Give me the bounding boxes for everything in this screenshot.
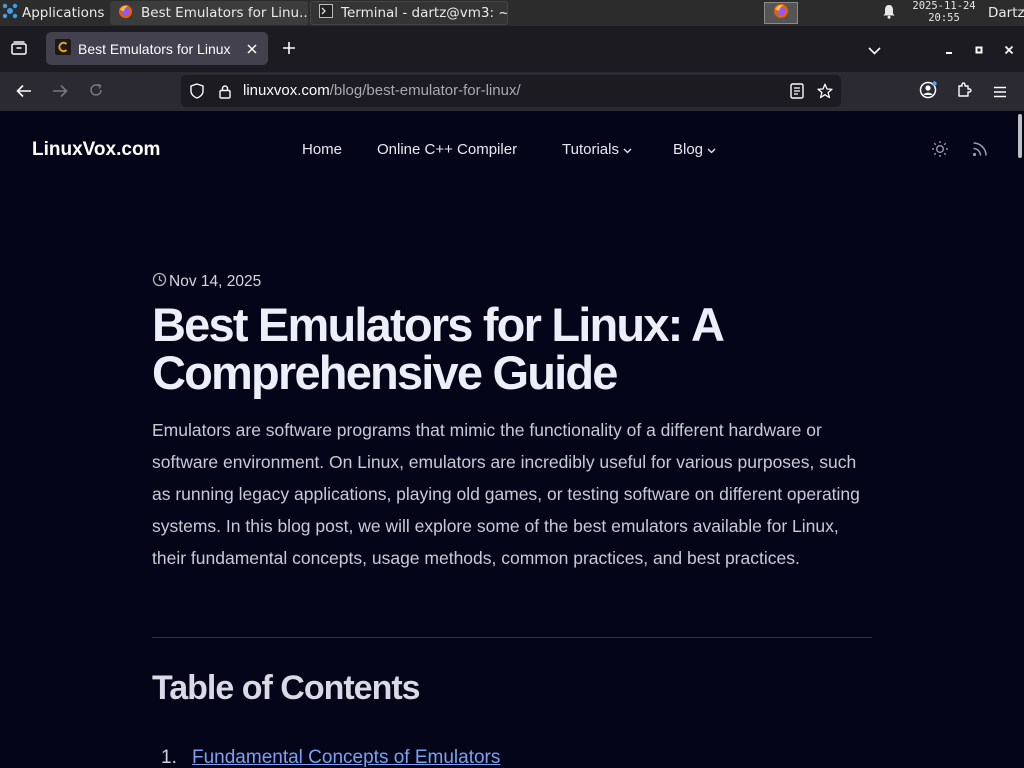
rss-button[interactable] [970, 141, 990, 161]
applications-label: Applications [22, 5, 105, 21]
taskbar-window-firefox[interactable]: Best Emulators for Linu... [110, 1, 308, 25]
plus-icon [282, 40, 296, 59]
url-text[interactable]: linuxvox.com/blog/best-emulator-for-linu… [243, 75, 521, 107]
user-menu[interactable]: Dartz [988, 0, 1024, 26]
chevron-down-icon [867, 40, 881, 59]
close-icon[interactable] [244, 41, 260, 57]
list-all-tabs-icon [11, 40, 27, 59]
browser-nav-bar: linuxvox.com/blog/best-emulator-for-linu… [0, 72, 1024, 111]
clock-time: 20:55 [928, 11, 960, 24]
site-favicon [55, 39, 71, 58]
page-scrollbar[interactable] [1018, 114, 1022, 158]
star-icon[interactable] [817, 83, 833, 99]
article-title: Best Emulators for Linux: A Comprehensiv… [152, 298, 723, 399]
nav-item-label: Home [302, 141, 343, 158]
chevron-down-icon [623, 141, 632, 158]
extensions-button[interactable] [952, 80, 976, 104]
tab-overflow-button[interactable] [864, 38, 884, 60]
reload-icon [88, 82, 104, 102]
new-tab-button[interactable] [278, 38, 300, 60]
back-arrow-icon [16, 83, 32, 102]
url-domain: linuxvox.com [243, 82, 330, 99]
firefox-icon [773, 3, 789, 23]
nav-item-home[interactable]: Home [302, 141, 342, 158]
maximize-button[interactable] [968, 38, 990, 60]
article-intro: Emulators are software programs that mim… [152, 420, 860, 568]
nav-item-blog[interactable]: Blog [673, 141, 716, 158]
browser-tab-strip: Best Emulators for Linux [0, 26, 1024, 72]
tray-firefox-button[interactable] [764, 2, 798, 24]
tab-title: Best Emulators for Linux [78, 40, 231, 57]
rss-icon [972, 141, 988, 162]
sun-icon [931, 140, 949, 163]
shield-icon[interactable] [189, 83, 205, 99]
applications-menu[interactable]: Applications ⋮ [2, 0, 120, 26]
url-path: /blog/best-emulator-for-linux/ [329, 82, 521, 99]
account-button[interactable] [916, 80, 940, 104]
notifications-button[interactable] [880, 4, 898, 22]
reader-view-icon[interactable] [789, 83, 805, 99]
url-bar[interactable]: linuxvox.com/blog/best-emulator-for-linu… [181, 75, 841, 107]
back-button[interactable] [12, 80, 36, 104]
minimize-icon [944, 40, 954, 59]
account-icon [919, 81, 937, 103]
nav-item-label: Tutorials [562, 141, 619, 158]
firefox-icon [118, 4, 133, 23]
menu-icon [993, 83, 1007, 102]
forward-arrow-icon [52, 83, 68, 102]
terminal-icon [319, 4, 333, 22]
applications-icon [2, 3, 18, 23]
reload-button[interactable] [84, 80, 108, 104]
toc-heading: Table of Contents [152, 669, 421, 707]
nav-item-label: Blog [673, 141, 704, 158]
taskbar-window-terminal[interactable]: Terminal - dartz@vm3: ~ [310, 1, 508, 25]
taskbar-window-label: Terminal - dartz@vm3: ~ [341, 5, 508, 21]
nav-item-tutorials[interactable]: Tutorials [562, 141, 632, 158]
chevron-down-icon [707, 141, 716, 158]
forward-button[interactable] [48, 80, 72, 104]
web-page: LinuxVox.com Home Online C++ Compiler Tu… [0, 111, 1024, 768]
app-menu-button[interactable] [988, 80, 1012, 104]
nav-item-label: Online C++ Compiler [377, 141, 518, 158]
clock-icon [152, 272, 167, 292]
site-logo[interactable]: LinuxVox.com [32, 139, 160, 161]
toc-item: 1. Fundamental Concepts of Emulators [161, 747, 500, 768]
nav-item-compiler[interactable]: Online C++ Compiler [377, 141, 517, 158]
toc-item-number: 1. [161, 747, 177, 768]
post-date-text: Nov 14, 2025 [169, 273, 262, 290]
clock-date: 2025-11-24 [912, 0, 976, 12]
lock-icon[interactable] [217, 83, 233, 99]
clock[interactable]: 2025-11-24 20:55 [908, 0, 980, 24]
browser-tab-active[interactable]: Best Emulators for Linux [46, 32, 268, 65]
list-all-tabs-button[interactable] [8, 38, 30, 60]
divider [152, 637, 872, 638]
taskbar-window-label: Best Emulators for Linu... [141, 5, 308, 21]
post-date: Nov 14, 2025 [152, 272, 261, 292]
theme-toggle-button[interactable] [930, 140, 950, 163]
extensions-icon [956, 82, 972, 102]
bell-icon [882, 4, 896, 23]
window-close-icon [1004, 40, 1014, 59]
system-taskbar: Applications ⋮ Best Emulators for Linu..… [0, 0, 1024, 26]
toc-item-link[interactable]: Fundamental Concepts of Emulators [192, 747, 500, 768]
maximize-icon [974, 40, 984, 59]
minimize-button[interactable] [938, 38, 960, 60]
window-close-button[interactable] [998, 38, 1020, 60]
